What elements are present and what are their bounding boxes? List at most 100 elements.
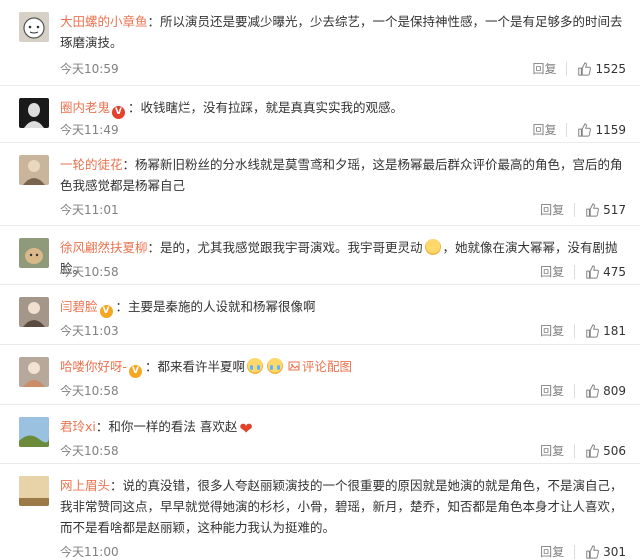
- verified-badge-icon: V: [112, 106, 126, 119]
- reply-button[interactable]: 回复: [540, 543, 564, 560]
- comment-actions: 回复 301: [540, 543, 626, 560]
- avatar[interactable]: [19, 12, 49, 42]
- avatar[interactable]: [19, 98, 49, 128]
- like-button[interactable]: 506: [585, 444, 626, 458]
- comment-item: 君玲xi：和你一样的看法 喜欢赵 ❤ 今天10:58 回复 506: [0, 405, 640, 464]
- comment-actions: 回复 1159: [532, 121, 626, 138]
- like-count: 809: [603, 383, 626, 398]
- landscape-avatar-icon: [19, 417, 49, 447]
- comment-item: 徐风翩然扶夏柳：是的，尤其我感觉跟我宇哥演戏。我宇哥更灵动 ，她就像在演大幂幂，没…: [0, 226, 640, 285]
- username-link[interactable]: 圈内老鬼: [60, 100, 110, 115]
- avatar[interactable]: [19, 417, 49, 447]
- landscape-avatar-icon: [19, 476, 49, 506]
- username-link[interactable]: 一轮的徒花: [60, 157, 123, 172]
- animal-avatar-icon: [25, 248, 43, 264]
- username-link[interactable]: 哈喽你好呀-: [60, 359, 127, 374]
- like-button[interactable]: 181: [585, 324, 626, 338]
- silhouette-avatar-icon: [24, 103, 44, 128]
- username-link[interactable]: 网上眉头: [60, 478, 110, 493]
- comment-text: 和你一样的看法 喜欢赵: [108, 419, 238, 434]
- username-link[interactable]: 闫碧脸: [60, 299, 98, 314]
- cartoon-avatar-icon: [23, 17, 45, 39]
- comment-body: 君玲xi：和你一样的看法 喜欢赵 ❤: [60, 419, 253, 438]
- comment-actions: 回复 517: [540, 201, 626, 218]
- comment-actions: 回复 506: [540, 442, 626, 459]
- reply-button[interactable]: 回复: [540, 201, 564, 218]
- person-avatar-icon: [23, 160, 45, 185]
- avatar[interactable]: [19, 297, 49, 327]
- crying-emoji-icon: [267, 358, 284, 374]
- comment-time: 今天10:58: [60, 444, 119, 458]
- reply-button[interactable]: 回复: [532, 121, 556, 138]
- username-link[interactable]: 徐风翩然扶夏柳: [60, 240, 148, 255]
- avatar[interactable]: [19, 238, 49, 268]
- username-link[interactable]: 大田螺的小章鱼: [60, 14, 148, 29]
- divider: [574, 323, 576, 338]
- avatar[interactable]: [19, 476, 49, 506]
- comment-time: 今天10:58: [60, 384, 119, 398]
- comment-item: 一轮的徒花：杨幂新旧粉丝的分水线就是莫雪鸢和夕瑶，这是杨幂最后群众评价最高的角色…: [0, 143, 640, 226]
- reply-button[interactable]: 回复: [540, 442, 564, 459]
- comment-item: 网上眉头：说的真没错，很多人夸赵丽颖演技的一个很重要的原因就是她演的就是角色，不…: [0, 464, 640, 559]
- like-count: 475: [603, 264, 626, 279]
- reply-button[interactable]: 回复: [540, 382, 564, 399]
- like-button[interactable]: 809: [585, 384, 626, 398]
- avatar[interactable]: [19, 357, 49, 387]
- divider: [574, 383, 576, 398]
- comment-actions: 回复 1525: [532, 60, 626, 77]
- like-button[interactable]: 1525: [577, 62, 626, 76]
- comment-item: 大田螺的小章鱼：所以演员还是要减少曝光，少去综艺，一个是保持神性感，一个是有足够…: [0, 0, 640, 86]
- divider: [574, 443, 576, 458]
- comment-text: 是的，尤其我感觉跟我宇哥演戏。我宇哥更灵动: [160, 240, 423, 255]
- reply-button[interactable]: 回复: [540, 322, 564, 339]
- like-button[interactable]: 1159: [577, 123, 626, 137]
- comment-body: 一轮的徒花：杨幂新旧粉丝的分水线就是莫雪鸢和夕瑶，这是杨幂最后群众评价最高的角色…: [60, 157, 623, 193]
- comment-list: 大田螺的小章鱼：所以演员还是要减少曝光，少去综艺，一个是保持神性感，一个是有足够…: [0, 0, 640, 559]
- image-link[interactable]: 评论配图: [302, 359, 352, 374]
- thumbs-up-icon: [578, 122, 592, 137]
- comment-time: 今天11:01: [60, 203, 119, 217]
- divider: [574, 202, 576, 217]
- comment-time: 今天11:03: [60, 324, 119, 338]
- comment-text: 杨幂新旧粉丝的分水线就是莫雪鸢和夕瑶，这是杨幂最后群众评价最高的角色，宫后的角色…: [60, 157, 623, 193]
- thumbs-up-icon: [586, 264, 599, 279]
- divider: [566, 122, 568, 137]
- crying-emoji-icon: [247, 358, 264, 374]
- person-avatar-icon: [23, 362, 45, 387]
- like-button[interactable]: 475: [585, 265, 626, 279]
- avatar[interactable]: [19, 155, 49, 185]
- comment-text: 收钱瞎烂，没有拉踩，就是真真实实我的观感。: [140, 100, 404, 115]
- reply-button[interactable]: 回复: [540, 263, 564, 280]
- comment-actions: 回复 809: [540, 382, 626, 399]
- image-link-icon: [288, 361, 300, 371]
- comment-text: 主要是秦施的人设就和杨幂很像啊: [128, 299, 316, 314]
- comment-actions: 回复 181: [540, 322, 626, 339]
- username-link[interactable]: 君玲xi: [60, 419, 96, 434]
- comment-body: 闫碧脸 V ：主要是秦施的人设就和杨幂很像啊: [60, 299, 316, 318]
- comment-actions: 回复 475: [540, 263, 626, 280]
- like-count: 1159: [595, 122, 626, 137]
- comment-text: 都来看许半夏啊: [157, 359, 246, 374]
- comment-item: 闫碧脸 V ：主要是秦施的人设就和杨幂很像啊 今天11:03 回复 181: [0, 285, 640, 345]
- comment-time: 今天10:59: [60, 62, 119, 76]
- divider: [566, 61, 568, 76]
- comment-body: 网上眉头：说的真没错，很多人夸赵丽颖演技的一个很重要的原因就是她演的就是角色，不…: [60, 478, 623, 535]
- like-count: 506: [603, 443, 626, 458]
- comment-body: 哈喽你好呀- V ：都来看许半夏啊 评论配图: [60, 358, 353, 378]
- comment-time: 今天11:49: [60, 123, 119, 137]
- comment-body: 圈内老鬼 V ：收钱瞎烂，没有拉踩，就是真真实实我的观感。: [60, 100, 404, 119]
- comment-text: 说的真没错，很多人夸赵丽颖演技的一个很重要的原因就是她演的就是角色，不是演自己，…: [60, 478, 623, 535]
- divider: [574, 264, 576, 279]
- like-count: 517: [603, 202, 626, 217]
- thumbs-up-icon: [586, 443, 599, 458]
- like-count: 1525: [595, 61, 626, 76]
- heart-emoji-icon: ❤: [239, 419, 253, 438]
- like-button[interactable]: 517: [585, 203, 626, 217]
- cat-emoji-icon: [424, 239, 441, 255]
- comment-time: 今天11:00: [60, 545, 119, 559]
- divider: [574, 544, 576, 559]
- reply-button[interactable]: 回复: [532, 60, 556, 77]
- like-button[interactable]: 301: [585, 545, 626, 559]
- verified-badge-icon: V: [99, 305, 113, 318]
- comment-body: 大田螺的小章鱼：所以演员还是要减少曝光，少去综艺，一个是保持神性感，一个是有足够…: [60, 14, 623, 50]
